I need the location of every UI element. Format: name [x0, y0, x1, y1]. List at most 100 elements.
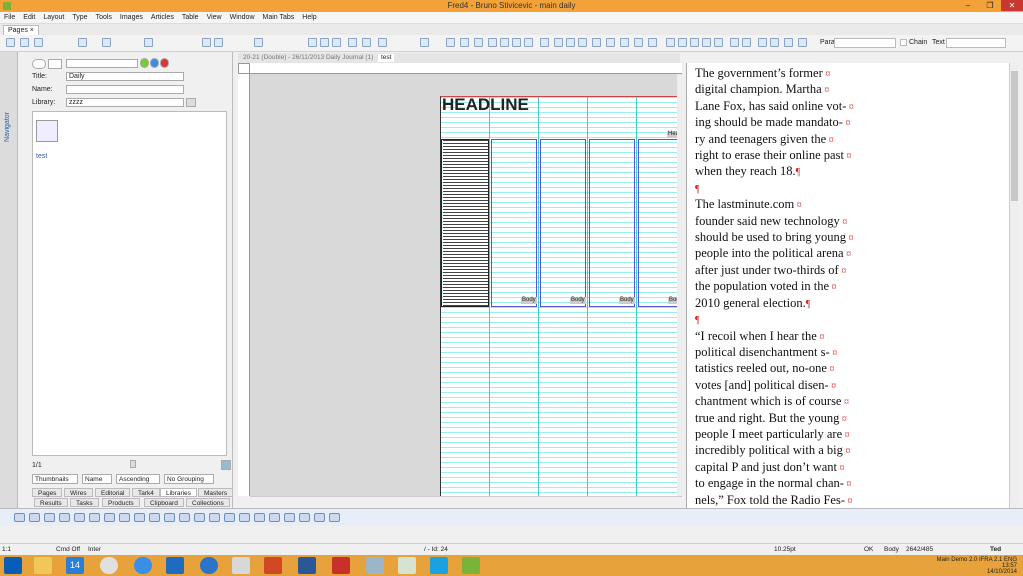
bottom-tool-icon[interactable] — [299, 513, 310, 522]
photo-icon[interactable] — [634, 38, 643, 47]
filter-select[interactable] — [66, 59, 138, 68]
bottom-tool-icon[interactable] — [134, 513, 145, 522]
bottom-tool-icon[interactable] — [254, 513, 265, 522]
view-mode-select[interactable]: Thumbnails — [32, 474, 78, 484]
refresh-icon[interactable] — [308, 38, 317, 47]
title-select[interactable]: Daily — [66, 72, 184, 81]
page[interactable]: HEADLINE Body Body Body Bod Hea — [440, 95, 682, 496]
zoom-slider[interactable] — [130, 460, 136, 468]
rows-icon[interactable] — [578, 38, 587, 47]
chrome-icon[interactable] — [100, 557, 118, 574]
tool-icon[interactable] — [232, 557, 250, 574]
table-icon[interactable] — [554, 38, 563, 47]
text-frame[interactable] — [540, 139, 586, 307]
story-line[interactable]: 2010 general election.¶ — [695, 296, 995, 312]
text-t-icon[interactable] — [460, 38, 469, 47]
story-line[interactable]: should be used to bring young ¤ — [695, 230, 995, 246]
headline-frame[interactable]: HEADLINE — [442, 95, 529, 115]
ruler-corner[interactable] — [238, 63, 250, 74]
navigator-strip[interactable]: Navigator — [0, 52, 18, 513]
circle-icon[interactable] — [524, 38, 533, 47]
box-icon[interactable] — [592, 38, 601, 47]
text-frame[interactable] — [638, 139, 682, 307]
story-line[interactable]: people I meet particularly are ¤ — [695, 427, 995, 443]
bottom-tool-icon[interactable] — [164, 513, 175, 522]
first-icon[interactable] — [758, 38, 767, 47]
bold-icon[interactable] — [474, 38, 483, 47]
canvas-horizontal-scrollbar[interactable] — [250, 496, 682, 506]
calendar-icon[interactable]: 14 — [66, 557, 84, 574]
story-line[interactable]: right to erase their online past ¤ — [695, 148, 995, 164]
doc-tab-test[interactable]: test — [378, 54, 395, 62]
tab-masters[interactable]: Masters — [198, 488, 234, 497]
bottom-tool-icon[interactable] — [194, 513, 205, 522]
sort-field-select[interactable]: Name — [82, 474, 112, 484]
tab-clipboard[interactable]: Clipboard — [144, 498, 184, 507]
explorer-icon[interactable] — [34, 557, 52, 574]
maximize-button[interactable]: ❐ — [979, 0, 1001, 11]
back-button[interactable] — [32, 59, 46, 69]
menu-view[interactable]: View — [203, 12, 226, 24]
story-line[interactable]: ing should be made mandato- ¤ — [695, 115, 995, 131]
powerpoint-icon[interactable] — [264, 557, 282, 574]
copy-icon[interactable] — [144, 38, 153, 47]
tab-libraries[interactable]: Libraries — [160, 488, 197, 497]
start-icon[interactable] — [4, 557, 22, 574]
app-blue-icon[interactable] — [366, 557, 384, 574]
bottom-tool-icon[interactable] — [224, 513, 235, 522]
chain-checkbox[interactable] — [900, 39, 907, 46]
filter-icon[interactable] — [102, 38, 111, 47]
story-line[interactable]: true and right. But the young ¤ — [695, 411, 995, 427]
story-line[interactable]: incredibly political with a big ¤ — [695, 443, 995, 459]
doc-tab-spread[interactable]: 20-21 (Double) - 26/11/2013 Daily Journa… — [240, 54, 376, 62]
story-line[interactable]: The government’s former ¤ — [695, 66, 995, 82]
menu-help[interactable]: Help — [298, 12, 320, 24]
unlink-icon[interactable] — [362, 38, 371, 47]
skype-icon[interactable] — [430, 557, 448, 574]
tab-results[interactable]: Results — [34, 498, 68, 507]
library-item-label[interactable]: test — [36, 153, 47, 160]
panel-options-icon[interactable] — [221, 460, 231, 470]
last-icon[interactable] — [770, 38, 779, 47]
save-icon[interactable] — [34, 38, 43, 47]
story-line[interactable]: founder said new technology ¤ — [695, 214, 995, 230]
align-right-icon[interactable] — [690, 38, 699, 47]
tab-tark4[interactable]: Tark4 — [132, 488, 160, 497]
menu-file[interactable]: File — [0, 12, 19, 24]
strike-icon[interactable] — [512, 38, 521, 47]
shape-icon[interactable] — [648, 38, 657, 47]
layout-canvas[interactable]: HEADLINE Body Body Body Bod Hea — [250, 74, 682, 496]
refresh-icon[interactable] — [140, 58, 149, 68]
menu-main-tabs[interactable]: Main Tabs — [259, 12, 299, 24]
frame-icon[interactable] — [540, 38, 549, 47]
kerning-icon[interactable] — [730, 38, 739, 47]
sort-order-select[interactable]: Ascending — [116, 474, 160, 484]
align-left-icon[interactable] — [666, 38, 675, 47]
app-red-icon[interactable] — [332, 557, 350, 574]
bottom-tool-icon[interactable] — [44, 513, 55, 522]
menu-type[interactable]: Type — [68, 12, 91, 24]
help-icon[interactable] — [200, 557, 218, 574]
bottom-tool-icon[interactable] — [239, 513, 250, 522]
merge-icon[interactable] — [606, 38, 615, 47]
menu-articles[interactable]: Articles — [147, 12, 178, 24]
text-frame[interactable] — [441, 139, 489, 307]
valign-icon[interactable] — [784, 38, 793, 47]
outlook-icon[interactable] — [166, 557, 184, 574]
story-text[interactable]: The government’s former ¤ digital champio… — [695, 66, 995, 508]
menu-table[interactable]: Table — [178, 12, 203, 24]
tab-tasks[interactable]: Tasks — [70, 498, 99, 507]
tab-pages[interactable]: Pages — [32, 488, 63, 497]
tab-products[interactable]: Products — [102, 498, 140, 507]
bottom-tool-icon[interactable] — [59, 513, 70, 522]
story-line[interactable]: the population voted in the ¤ — [695, 279, 995, 295]
para-style-select[interactable] — [834, 38, 896, 48]
p-tool-icon[interactable] — [320, 38, 329, 47]
menu-window[interactable]: Window — [226, 12, 259, 24]
bottom-tool-icon[interactable] — [14, 513, 25, 522]
bottom-tool-icon[interactable] — [29, 513, 40, 522]
grouping-select[interactable]: No Grouping — [164, 474, 214, 484]
story-line[interactable]: to engage in the normal chan- ¤ — [695, 476, 995, 492]
pages-tab[interactable]: Pages × — [3, 25, 39, 35]
justify-icon[interactable] — [702, 38, 711, 47]
